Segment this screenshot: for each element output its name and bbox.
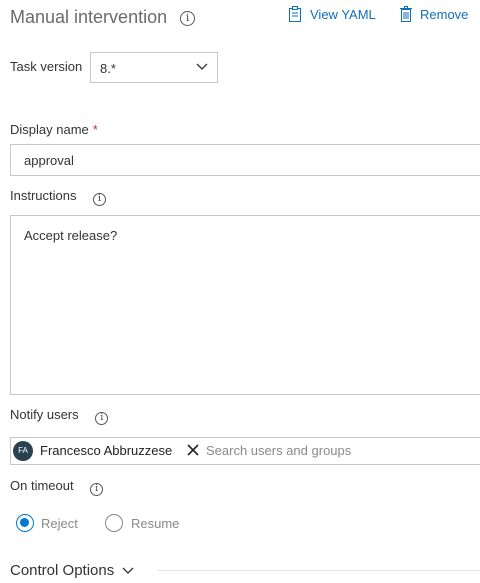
control-options-toggle[interactable]: Control Options — [10, 562, 134, 580]
radio-selected-dot — [20, 518, 29, 527]
chevron-down-icon — [122, 567, 134, 574]
page-title-text: Manual intervention — [10, 7, 168, 27]
search-users-input[interactable]: Search users and groups — [206, 443, 351, 459]
trash-icon — [400, 6, 412, 22]
title-info-icon[interactable]: i — [180, 11, 196, 26]
remove-button[interactable]: Remove — [400, 6, 468, 23]
page-title: Manual intervention i — [10, 6, 196, 28]
resume-radio[interactable] — [105, 514, 123, 532]
view-yaml-label: View YAML — [310, 7, 376, 22]
notify-users-label-text: Notify users — [10, 407, 79, 422]
on-timeout-label-text: On timeout — [10, 478, 74, 493]
remove-label: Remove — [420, 7, 469, 22]
task-version-value: 8.* — [100, 61, 116, 76]
instructions-info-icon[interactable]: i — [93, 193, 107, 206]
notify-users-info-icon[interactable]: i — [95, 412, 109, 425]
task-version-label: Task version — [10, 59, 83, 74]
on-timeout-info-icon[interactable]: i — [90, 483, 104, 496]
required-indicator: * — [92, 122, 98, 137]
clipboard-icon — [289, 6, 301, 22]
notify-users-label: Notify users i — [10, 407, 109, 425]
display-name-field[interactable]: approval — [10, 144, 480, 176]
display-name-label: Display name * — [10, 122, 98, 138]
resume-radio-label[interactable]: Resume — [131, 516, 179, 532]
user-chip-name: Francesco Abbruzzese — [40, 443, 173, 458]
reject-radio-label[interactable]: Reject — [41, 516, 78, 532]
instructions-value: Accept release? — [24, 228, 118, 243]
view-yaml-button[interactable]: View YAML — [288, 6, 376, 23]
task-version-dropdown[interactable]: 8.* — [90, 52, 218, 83]
close-icon[interactable] — [187, 444, 199, 456]
instructions-label-text: Instructions — [10, 188, 77, 203]
chevron-down-icon — [196, 63, 208, 70]
avatar: FA — [13, 441, 33, 461]
control-options-label: Control Options — [10, 562, 115, 579]
instructions-label: Instructions i — [10, 188, 107, 206]
display-name-value: approval — [24, 153, 74, 168]
on-timeout-label: On timeout i — [10, 478, 104, 496]
section-divider — [158, 570, 480, 571]
reject-radio[interactable] — [16, 514, 34, 532]
display-name-label-text: Display name — [10, 122, 89, 137]
instructions-textarea[interactable]: Accept release? — [10, 215, 480, 395]
